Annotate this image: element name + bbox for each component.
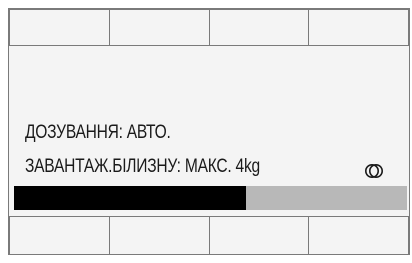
- softkey-bottom-1[interactable]: [9, 216, 110, 254]
- appliance-display-screen: ДОЗУВАННЯ: АВТО. ЗАВАНТАЖ.БІЛИЗНУ: МАКС.…: [0, 0, 412, 263]
- bottom-softkey-row: [9, 216, 409, 254]
- softkey-top-3[interactable]: [208, 9, 310, 46]
- dosing-status-text: ДОЗУВАННЯ: АВТО.: [25, 122, 171, 143]
- progress-bar: [14, 186, 407, 210]
- double-circle-icon: [365, 164, 383, 178]
- load-status-text: ЗАВАНТАЖ.БІЛИЗНУ: МАКС. 4kg: [25, 156, 260, 177]
- softkey-top-1[interactable]: [9, 9, 110, 46]
- softkey-top-2[interactable]: [108, 9, 210, 46]
- softkey-bottom-3[interactable]: [208, 216, 310, 254]
- softkey-top-4[interactable]: [308, 9, 409, 46]
- softkey-bottom-4[interactable]: [308, 216, 409, 254]
- softkey-bottom-2[interactable]: [108, 216, 210, 254]
- load-status-row: ЗАВАНТАЖ.БІЛИЗНУ: МАКС. 4kg: [25, 156, 405, 182]
- progress-bar-fill: [14, 186, 246, 210]
- display-panel: ДОЗУВАННЯ: АВТО. ЗАВАНТАЖ.БІЛИЗНУ: МАКС.…: [8, 8, 410, 255]
- top-softkey-row: [9, 9, 409, 46]
